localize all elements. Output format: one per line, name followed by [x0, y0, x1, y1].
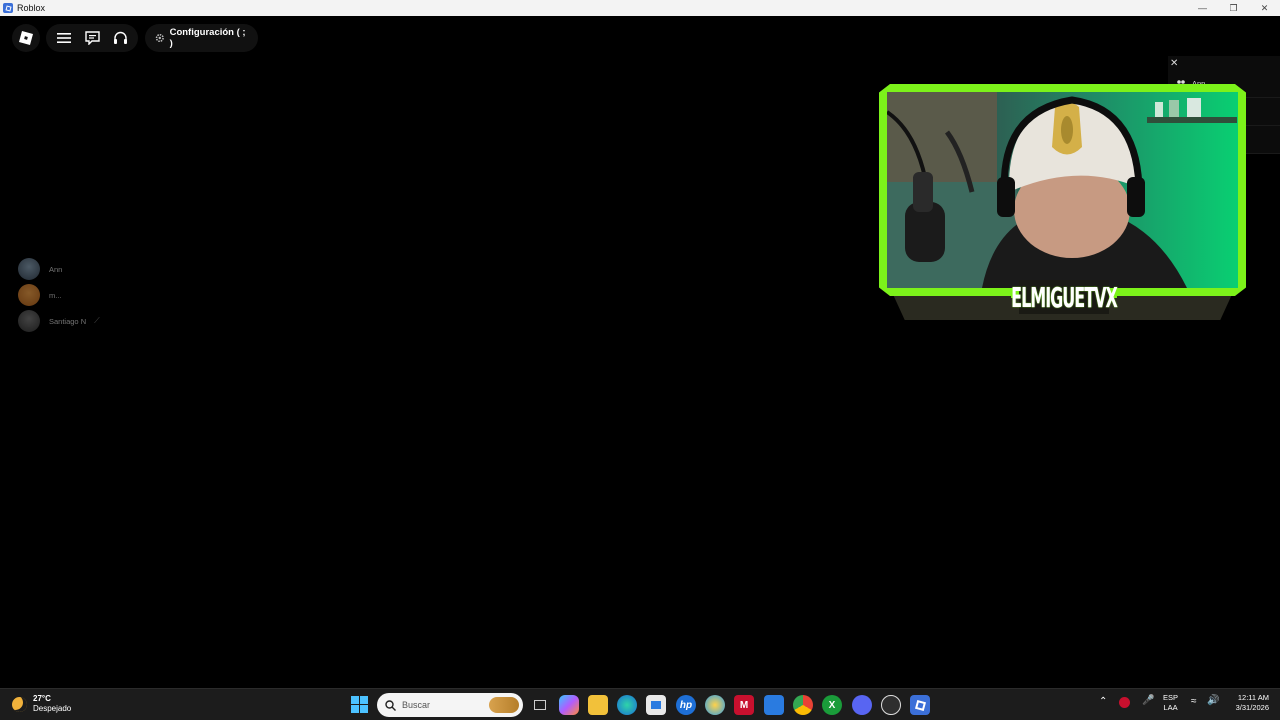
close-window-button[interactable]: ✕ — [1249, 0, 1280, 16]
chat-icon — [84, 31, 100, 45]
minimize-button[interactable]: — — [1187, 0, 1218, 16]
webcam-overlay: ELMIGUETVX — [879, 84, 1246, 320]
clock-date: 3/31/2026 — [1235, 703, 1269, 712]
gear-icon — [155, 33, 164, 43]
edge-icon[interactable] — [617, 695, 637, 715]
weather-temperature: 27°C — [33, 694, 51, 703]
windows-taskbar: 27°C Despejado Buscar hp M X ⌃ 🎤 ESP LAA… — [0, 688, 1280, 720]
obs-icon[interactable] — [881, 695, 901, 715]
avatar — [18, 310, 40, 332]
mcafee-icon[interactable]: M — [734, 695, 754, 715]
chrome-icon[interactable] — [793, 695, 813, 715]
streamer-nameplate: ELMIGUETVX — [1011, 280, 1118, 314]
clock[interactable]: 12:11 AM 3/31/2026 — [1227, 693, 1269, 713]
player-name: Santiago N — [49, 316, 87, 326]
search-icon — [385, 699, 396, 711]
avatar — [18, 284, 40, 306]
keyboard-layout: LAA — [1163, 703, 1178, 712]
show-hidden-icons[interactable]: ⌃ — [1099, 697, 1107, 707]
voice-chat-button[interactable] — [106, 24, 134, 52]
microphone-off-icon: ⟋ — [94, 316, 100, 325]
restore-button[interactable]: ❐ — [1218, 0, 1249, 16]
hamburger-menu-button[interactable] — [50, 24, 78, 52]
webcam-video — [887, 92, 1238, 288]
wifi-icon[interactable]: ≈ — [1191, 697, 1197, 707]
window-titlebar[interactable]: Roblox — ❐ ✕ — [0, 0, 1280, 16]
copilot-icon[interactable] — [559, 695, 579, 715]
menu-icon — [57, 33, 71, 43]
voice-players-list: Ann m... Santiago N ⟋ — [18, 256, 100, 334]
clock-time: 12:11 AM — [1237, 693, 1269, 702]
windows-start-icon[interactable] — [351, 696, 368, 713]
close-icon[interactable]: ✕ — [1170, 58, 1178, 69]
player-name: m... — [49, 290, 62, 300]
taskbar-search[interactable]: Buscar — [377, 693, 523, 717]
headset-icon — [113, 31, 127, 44]
file-explorer-icon[interactable] — [588, 695, 608, 715]
player-item[interactable]: m... — [18, 282, 100, 308]
roblox-app-icon — [3, 3, 13, 13]
player-name: Ann — [49, 264, 63, 274]
screen: Roblox — ❐ ✕ Configuración (;) Ann m..… — [0, 0, 1280, 720]
avatar — [18, 258, 40, 280]
roblox-menu-button[interactable] — [12, 24, 40, 52]
roblox-taskbar-icon[interactable] — [910, 695, 930, 715]
search-highlight-image — [489, 697, 519, 713]
volume-icon[interactable]: 🔊 — [1207, 696, 1219, 706]
language-code: ESP — [1163, 693, 1179, 702]
roblox-logo-icon — [19, 31, 33, 45]
window-title: Roblox — [17, 3, 46, 13]
window-controls: — ❐ ✕ — [1187, 0, 1280, 16]
hp-icon[interactable]: hp — [676, 695, 696, 715]
moon-icon — [12, 696, 27, 712]
configuration-button[interactable]: Configuración ( ; ) — [145, 24, 258, 52]
weather-widget[interactable]: 27°C Despejado — [12, 694, 71, 714]
streamer-name: ELMIGUETVX — [1011, 280, 1118, 314]
store-icon[interactable] — [646, 695, 666, 715]
language-indicator[interactable]: ESP LAA — [1163, 693, 1178, 713]
task-view-icon[interactable] — [530, 695, 550, 715]
chat-button[interactable] — [78, 24, 106, 52]
microphone-icon[interactable]: 🎤 — [1142, 696, 1154, 706]
mail-icon[interactable] — [764, 695, 784, 715]
player-item[interactable]: Ann — [18, 256, 100, 282]
topbar-button-group — [46, 24, 138, 52]
vpn-icon[interactable] — [1119, 697, 1130, 708]
search-placeholder: Buscar — [402, 700, 431, 710]
roblox-topbar: Configuración ( ; ) — [0, 24, 1280, 54]
xbox-icon[interactable]: X — [822, 695, 842, 715]
weather-app-icon[interactable] — [705, 695, 725, 715]
weather-condition: Despejado — [33, 704, 72, 713]
configuration-label: Configuración ( ; ) — [169, 27, 246, 49]
webcam-scene — [887, 92, 1237, 288]
player-item[interactable]: Santiago N ⟋ — [18, 308, 100, 334]
discord-icon[interactable] — [852, 695, 872, 715]
